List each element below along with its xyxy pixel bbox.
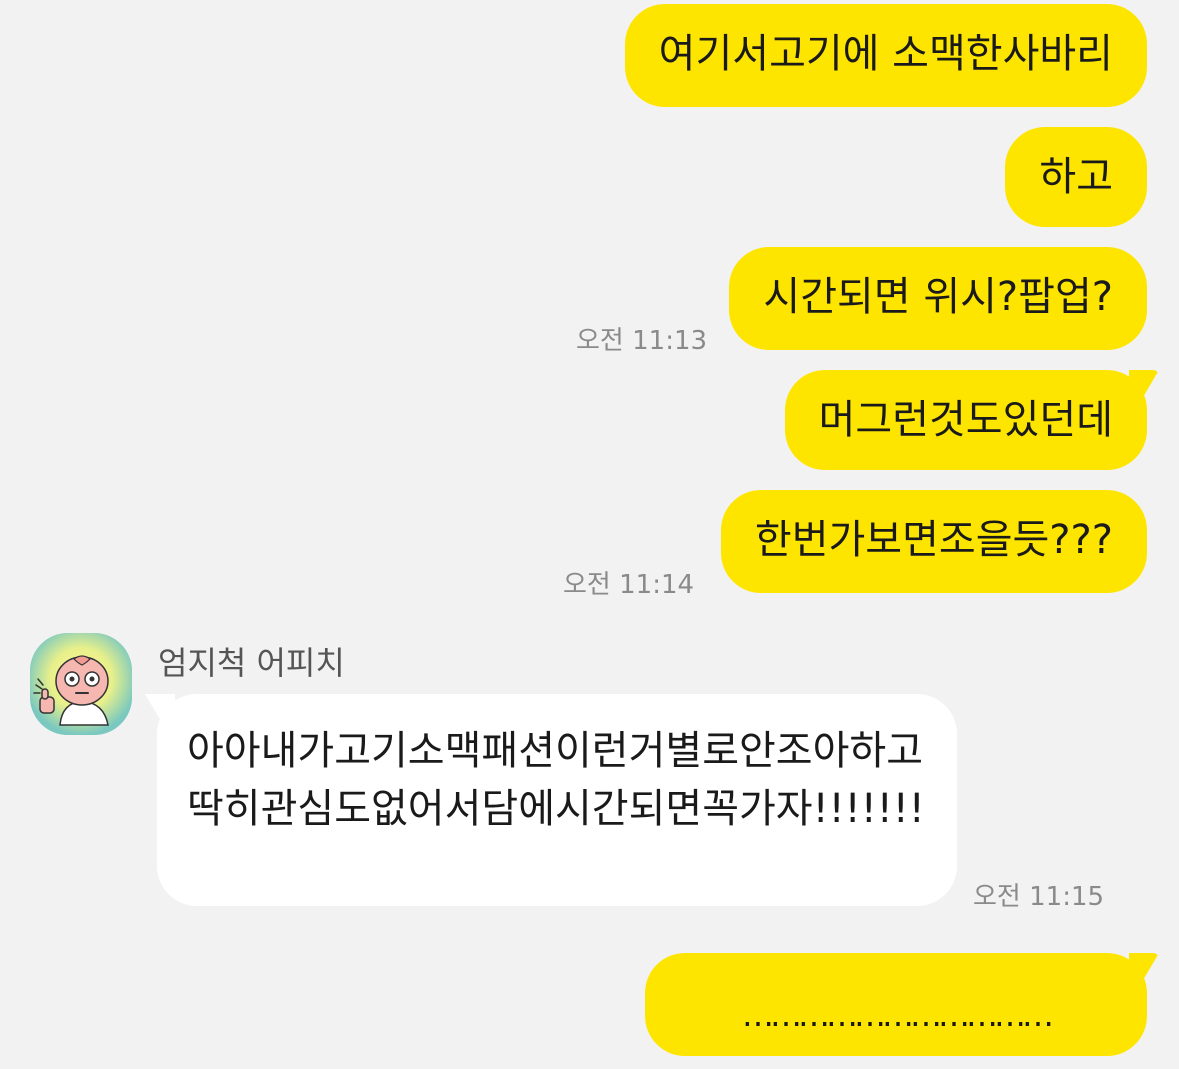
- apeach-thumbs-up-icon: [30, 633, 132, 735]
- message-text: 하고: [1039, 154, 1113, 200]
- message-text: ……………………………: [742, 996, 1054, 1034]
- incoming-message-bubble[interactable]: 아아내가고기소맥패션이런거별로안조아하고딱히관심도없어서담에시간되면꼭가자!!!…: [157, 694, 957, 906]
- my-message-bubble[interactable]: 하고: [1005, 127, 1147, 227]
- message-timestamp: 오전 11:15: [973, 882, 1105, 912]
- my-message-bubble[interactable]: 머그런것도있던데: [784, 370, 1147, 470]
- message-text: 머그런것도있던데: [818, 397, 1113, 443]
- message-text: 시간되면 위시?팝업?: [763, 274, 1113, 320]
- message-text: 여기서고기에 소맥한사바리: [658, 31, 1113, 77]
- message-text: 한번가보면조을듯???: [754, 517, 1113, 563]
- sender-name: 엄지척 어피치: [158, 644, 345, 682]
- message-timestamp: 오전 11:13: [576, 326, 708, 356]
- message-timestamp: 오전 11:14: [563, 570, 695, 600]
- my-message-bubble[interactable]: ……………………………: [645, 953, 1147, 1056]
- my-message-bubble[interactable]: 한번가보면조을듯???: [720, 490, 1147, 593]
- my-message-bubble[interactable]: 여기서고기에 소맥한사바리: [624, 4, 1147, 107]
- my-message-bubble[interactable]: 시간되면 위시?팝업?: [729, 247, 1147, 350]
- message-text: 아아내가고기소맥패션이런거별로안조아하고딱히관심도없어서담에시간되면꼭가자!!!…: [187, 728, 925, 832]
- apeach-avatar-icon[interactable]: [30, 633, 132, 735]
